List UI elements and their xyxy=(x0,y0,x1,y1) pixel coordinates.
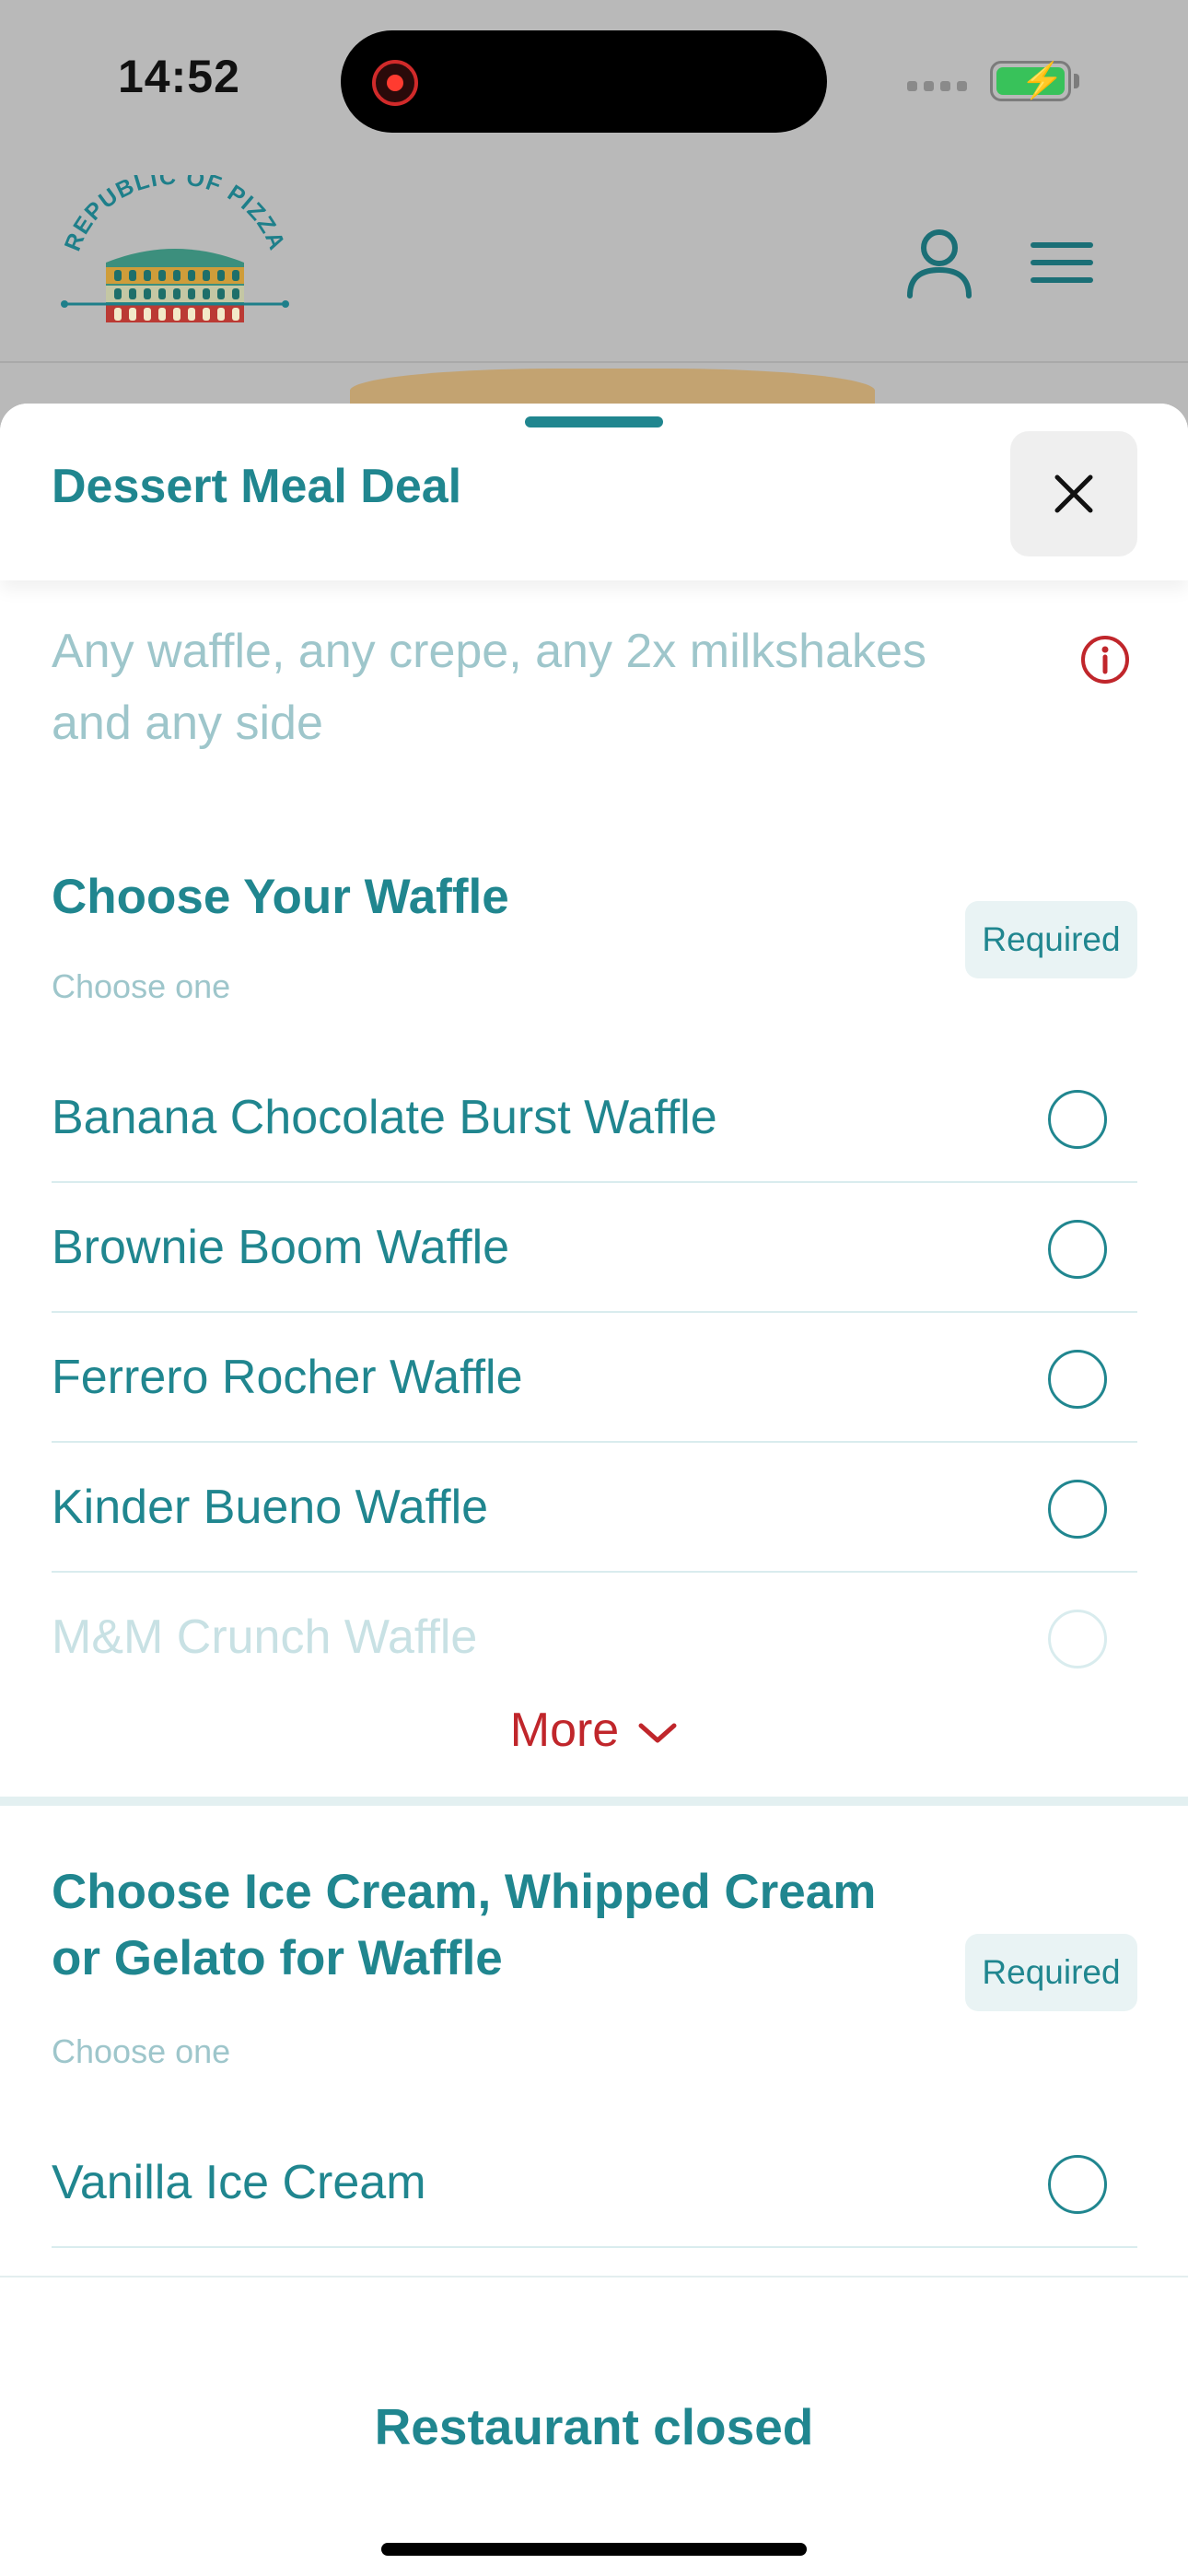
required-badge: Required xyxy=(965,1934,1137,2011)
sheet-header: Dessert Meal Deal xyxy=(0,404,1188,580)
close-button[interactable] xyxy=(1010,431,1137,556)
radio-button[interactable] xyxy=(1048,1090,1107,1149)
group-subtitle: Choose one xyxy=(52,967,231,1005)
section-divider xyxy=(0,1797,1188,1806)
info-icon[interactable] xyxy=(1079,634,1131,685)
sheet-title: Dessert Meal Deal xyxy=(52,460,462,513)
group-subtitle: Choose one xyxy=(52,2032,231,2070)
chevron-down-icon xyxy=(638,1723,677,1743)
group-title-ice-cream: Choose Ice Cream, Whipped Cream or Gelat… xyxy=(52,1865,877,1985)
drag-handle[interactable] xyxy=(525,416,663,427)
radio-button[interactable] xyxy=(1048,1610,1107,1669)
republic-of-pizza-logo[interactable]: REPUBLIC OF PIZZA xyxy=(55,175,295,350)
radio-button[interactable] xyxy=(1048,2155,1107,2214)
home-indicator[interactable] xyxy=(381,2543,807,2556)
option-row[interactable]: Banana Chocolate Burst Waffle xyxy=(52,1053,1137,1183)
status-bar: 14:52 ⚡ xyxy=(0,0,1188,166)
close-icon xyxy=(1054,474,1093,513)
signal-icon xyxy=(907,81,967,91)
dynamic-island xyxy=(341,30,827,133)
option-label: Banana Chocolate Burst Waffle xyxy=(52,1091,717,1144)
option-label: M&M Crunch Waffle xyxy=(52,1610,478,1664)
more-button[interactable]: More xyxy=(0,1703,1188,1758)
logo-text: REPUBLIC OF PIZZA xyxy=(60,175,289,254)
radio-button[interactable] xyxy=(1048,1220,1107,1279)
option-label: Kinder Bueno Waffle xyxy=(52,1481,489,1534)
group-title-waffle: Choose Your Waffle xyxy=(52,870,509,924)
option-row[interactable]: Brownie Boom Waffle xyxy=(52,1183,1137,1313)
option-row[interactable]: M&M Crunch Waffle xyxy=(52,1573,1137,1703)
option-row[interactable]: Kinder Bueno Waffle xyxy=(52,1443,1137,1573)
required-badge: Required xyxy=(965,901,1137,978)
hamburger-menu-icon[interactable] xyxy=(1030,240,1094,286)
option-label: Ferrero Rocher Waffle xyxy=(52,1351,523,1404)
battery-charging-icon: ⚡ xyxy=(990,61,1071,101)
product-options-sheet: Dessert Meal Deal Any waffle, any crepe,… xyxy=(0,404,1188,2576)
restaurant-closed-label: Restaurant closed xyxy=(374,2398,814,2455)
radio-button[interactable] xyxy=(1048,1480,1107,1539)
status-time: 14:52 xyxy=(118,51,240,102)
option-label: Brownie Boom Waffle xyxy=(52,1221,510,1274)
deal-description: Any waffle, any crepe, any 2x milkshakes… xyxy=(52,625,926,750)
radio-button[interactable] xyxy=(1048,1350,1107,1409)
sheet-footer: Restaurant closed xyxy=(0,2276,1188,2576)
more-label: More xyxy=(509,1704,620,1757)
recording-indicator-icon xyxy=(372,60,418,106)
option-label: Vanilla Ice Cream xyxy=(52,2156,426,2209)
option-row[interactable]: Vanilla Ice Cream xyxy=(52,2118,1137,2248)
svg-text:REPUBLIC OF PIZZA: REPUBLIC OF PIZZA xyxy=(60,175,290,254)
user-icon[interactable] xyxy=(903,226,976,299)
option-row[interactable]: Ferrero Rocher Waffle xyxy=(52,1313,1137,1443)
